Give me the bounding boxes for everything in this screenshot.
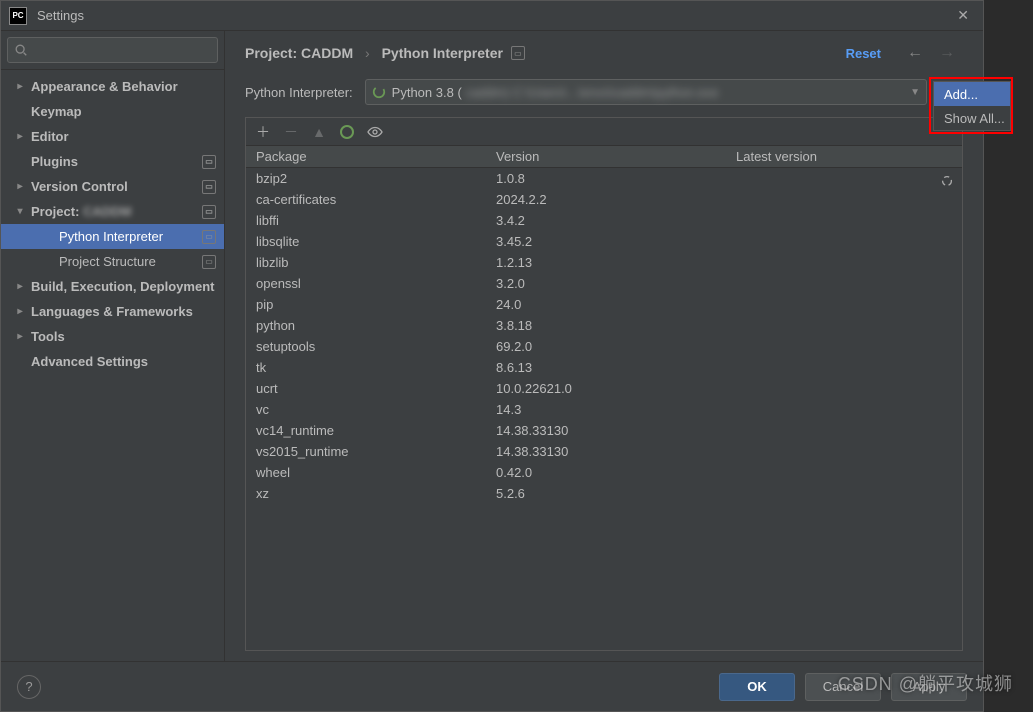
chevron-icon xyxy=(13,306,27,317)
packages-list[interactable]: bzip21.0.8ca-certificates2024.2.2libffi3… xyxy=(246,168,962,650)
reset-button[interactable]: Reset xyxy=(846,46,881,61)
project-scope-badge: ▭ xyxy=(202,230,216,244)
package-row[interactable]: ucrt10.0.22621.0 xyxy=(246,378,962,399)
package-row[interactable]: libsqlite3.45.2 xyxy=(246,231,962,252)
loading-spinner-icon xyxy=(940,174,954,188)
sidebar-item-project-structure[interactable]: Project Structure▭ xyxy=(1,249,224,274)
search-icon xyxy=(14,43,28,57)
package-row[interactable]: python3.8.18 xyxy=(246,315,962,336)
chevron-icon xyxy=(13,281,27,292)
sidebar-item-label: Python Interpreter xyxy=(59,229,202,244)
package-row[interactable]: wheel0.42.0 xyxy=(246,462,962,483)
sidebar-item-label: Editor xyxy=(31,129,216,144)
interpreter-menu: Add... Show All... xyxy=(933,81,1011,131)
chevron-icon xyxy=(13,331,27,342)
sidebar-item-appearance-behavior[interactable]: Appearance & Behavior xyxy=(1,74,224,99)
chevron-icon xyxy=(13,181,27,192)
packages-panel: ＋ － ▲ Package Version Latest version xyxy=(245,117,963,651)
sidebar: Appearance & Behavior Keymap Editor Plugins… xyxy=(1,31,225,661)
sidebar-item-build-execution-deployment[interactable]: Build, Execution, Deployment xyxy=(1,274,224,299)
main-panel: Project: CADDM › Python Interpreter ▭ Re… xyxy=(225,31,983,661)
package-row[interactable]: xz5.2.6 xyxy=(246,483,962,504)
chevron-icon xyxy=(13,81,27,92)
chevron-icon xyxy=(13,131,27,142)
package-row[interactable]: ca-certificates2024.2.2 xyxy=(246,189,962,210)
eye-icon xyxy=(367,124,383,140)
sidebar-item-project[interactable]: Project: CADDM▭ xyxy=(1,199,224,224)
conda-toggle-button[interactable] xyxy=(336,121,358,143)
package-row[interactable]: vs2015_runtime14.38.33130 xyxy=(246,441,962,462)
show-early-releases-button[interactable] xyxy=(364,121,386,143)
package-row[interactable]: openssl3.2.0 xyxy=(246,273,962,294)
settings-tree: Appearance & Behavior Keymap Editor Plugins… xyxy=(1,70,224,661)
sidebar-item-label: Build, Execution, Deployment xyxy=(31,279,216,294)
close-icon[interactable]: ✕ xyxy=(951,7,975,24)
sidebar-item-label: Project Structure xyxy=(59,254,202,269)
project-scope-badge: ▭ xyxy=(202,205,216,219)
cancel-button[interactable]: Cancel xyxy=(805,673,881,701)
package-row[interactable]: tk8.6.13 xyxy=(246,357,962,378)
package-row[interactable]: setuptools69.2.0 xyxy=(246,336,962,357)
package-row[interactable]: vc14.3 xyxy=(246,399,962,420)
sidebar-item-tools[interactable]: Tools xyxy=(1,324,224,349)
window-title: Settings xyxy=(37,8,84,23)
upgrade-package-button[interactable]: ▲ xyxy=(308,121,330,143)
chevron-down-icon: ▼ xyxy=(910,87,920,98)
package-row[interactable]: libzlib1.2.13 xyxy=(246,252,962,273)
project-scope-badge: ▭ xyxy=(511,46,525,60)
chevron-icon xyxy=(13,206,27,217)
settings-dialog: PC Settings ✕ Appearance & Behavior Keyma… xyxy=(0,0,984,712)
sidebar-item-advanced-settings[interactable]: Advanced Settings xyxy=(1,349,224,374)
sidebar-item-keymap[interactable]: Keymap xyxy=(1,99,224,124)
menu-add-interpreter[interactable]: Add... xyxy=(934,82,1010,106)
dialog-footer: ? OK Cancel Apply xyxy=(1,661,983,711)
package-row[interactable]: pip24.0 xyxy=(246,294,962,315)
apply-button[interactable]: Apply xyxy=(891,673,967,701)
sidebar-item-label: Keymap xyxy=(31,104,216,119)
sidebar-item-version-control[interactable]: Version Control▭ xyxy=(1,174,224,199)
help-button[interactable]: ? xyxy=(17,675,41,699)
ok-button[interactable]: OK xyxy=(719,673,795,701)
sidebar-item-label: Advanced Settings xyxy=(31,354,216,369)
package-row[interactable]: vc14_runtime14.38.33130 xyxy=(246,420,962,441)
project-scope-badge: ▭ xyxy=(202,180,216,194)
sidebar-item-python-interpreter[interactable]: Python Interpreter▭ xyxy=(1,224,224,249)
sidebar-item-label: Project: CADDM xyxy=(31,204,202,219)
add-package-button[interactable]: ＋ xyxy=(252,121,274,143)
sidebar-item-label: Version Control xyxy=(31,179,202,194)
project-scope-badge: ▭ xyxy=(202,255,216,269)
sidebar-item-label: Languages & Frameworks xyxy=(31,304,216,319)
back-button[interactable]: ← xyxy=(899,44,931,62)
spinner-icon xyxy=(372,85,386,99)
sidebar-item-languages-frameworks[interactable]: Languages & Frameworks xyxy=(1,299,224,324)
sidebar-item-plugins[interactable]: Plugins▭ xyxy=(1,149,224,174)
package-row[interactable]: libffi3.4.2 xyxy=(246,210,962,231)
remove-package-button[interactable]: － xyxy=(280,121,302,143)
forward-button[interactable]: → xyxy=(931,44,963,62)
search-input[interactable] xyxy=(7,37,218,63)
menu-show-all[interactable]: Show All... xyxy=(934,106,1010,130)
sidebar-item-label: Appearance & Behavior xyxy=(31,79,216,94)
interpreter-combo[interactable]: Python 3.8 ( caddm) C:\Users\...\envs\ca… xyxy=(365,79,927,105)
breadcrumb: Project: CADDM › Python Interpreter xyxy=(245,45,503,61)
interpreter-label: Python Interpreter: xyxy=(245,85,353,100)
packages-header: Package Version Latest version xyxy=(246,146,962,168)
project-scope-badge: ▭ xyxy=(202,155,216,169)
sidebar-item-label: Tools xyxy=(31,329,216,344)
package-row[interactable]: bzip21.0.8 xyxy=(246,168,962,189)
pycharm-icon: PC xyxy=(9,7,27,25)
sidebar-item-label: Plugins xyxy=(31,154,202,169)
sidebar-item-editor[interactable]: Editor xyxy=(1,124,224,149)
titlebar: PC Settings ✕ xyxy=(1,1,983,31)
